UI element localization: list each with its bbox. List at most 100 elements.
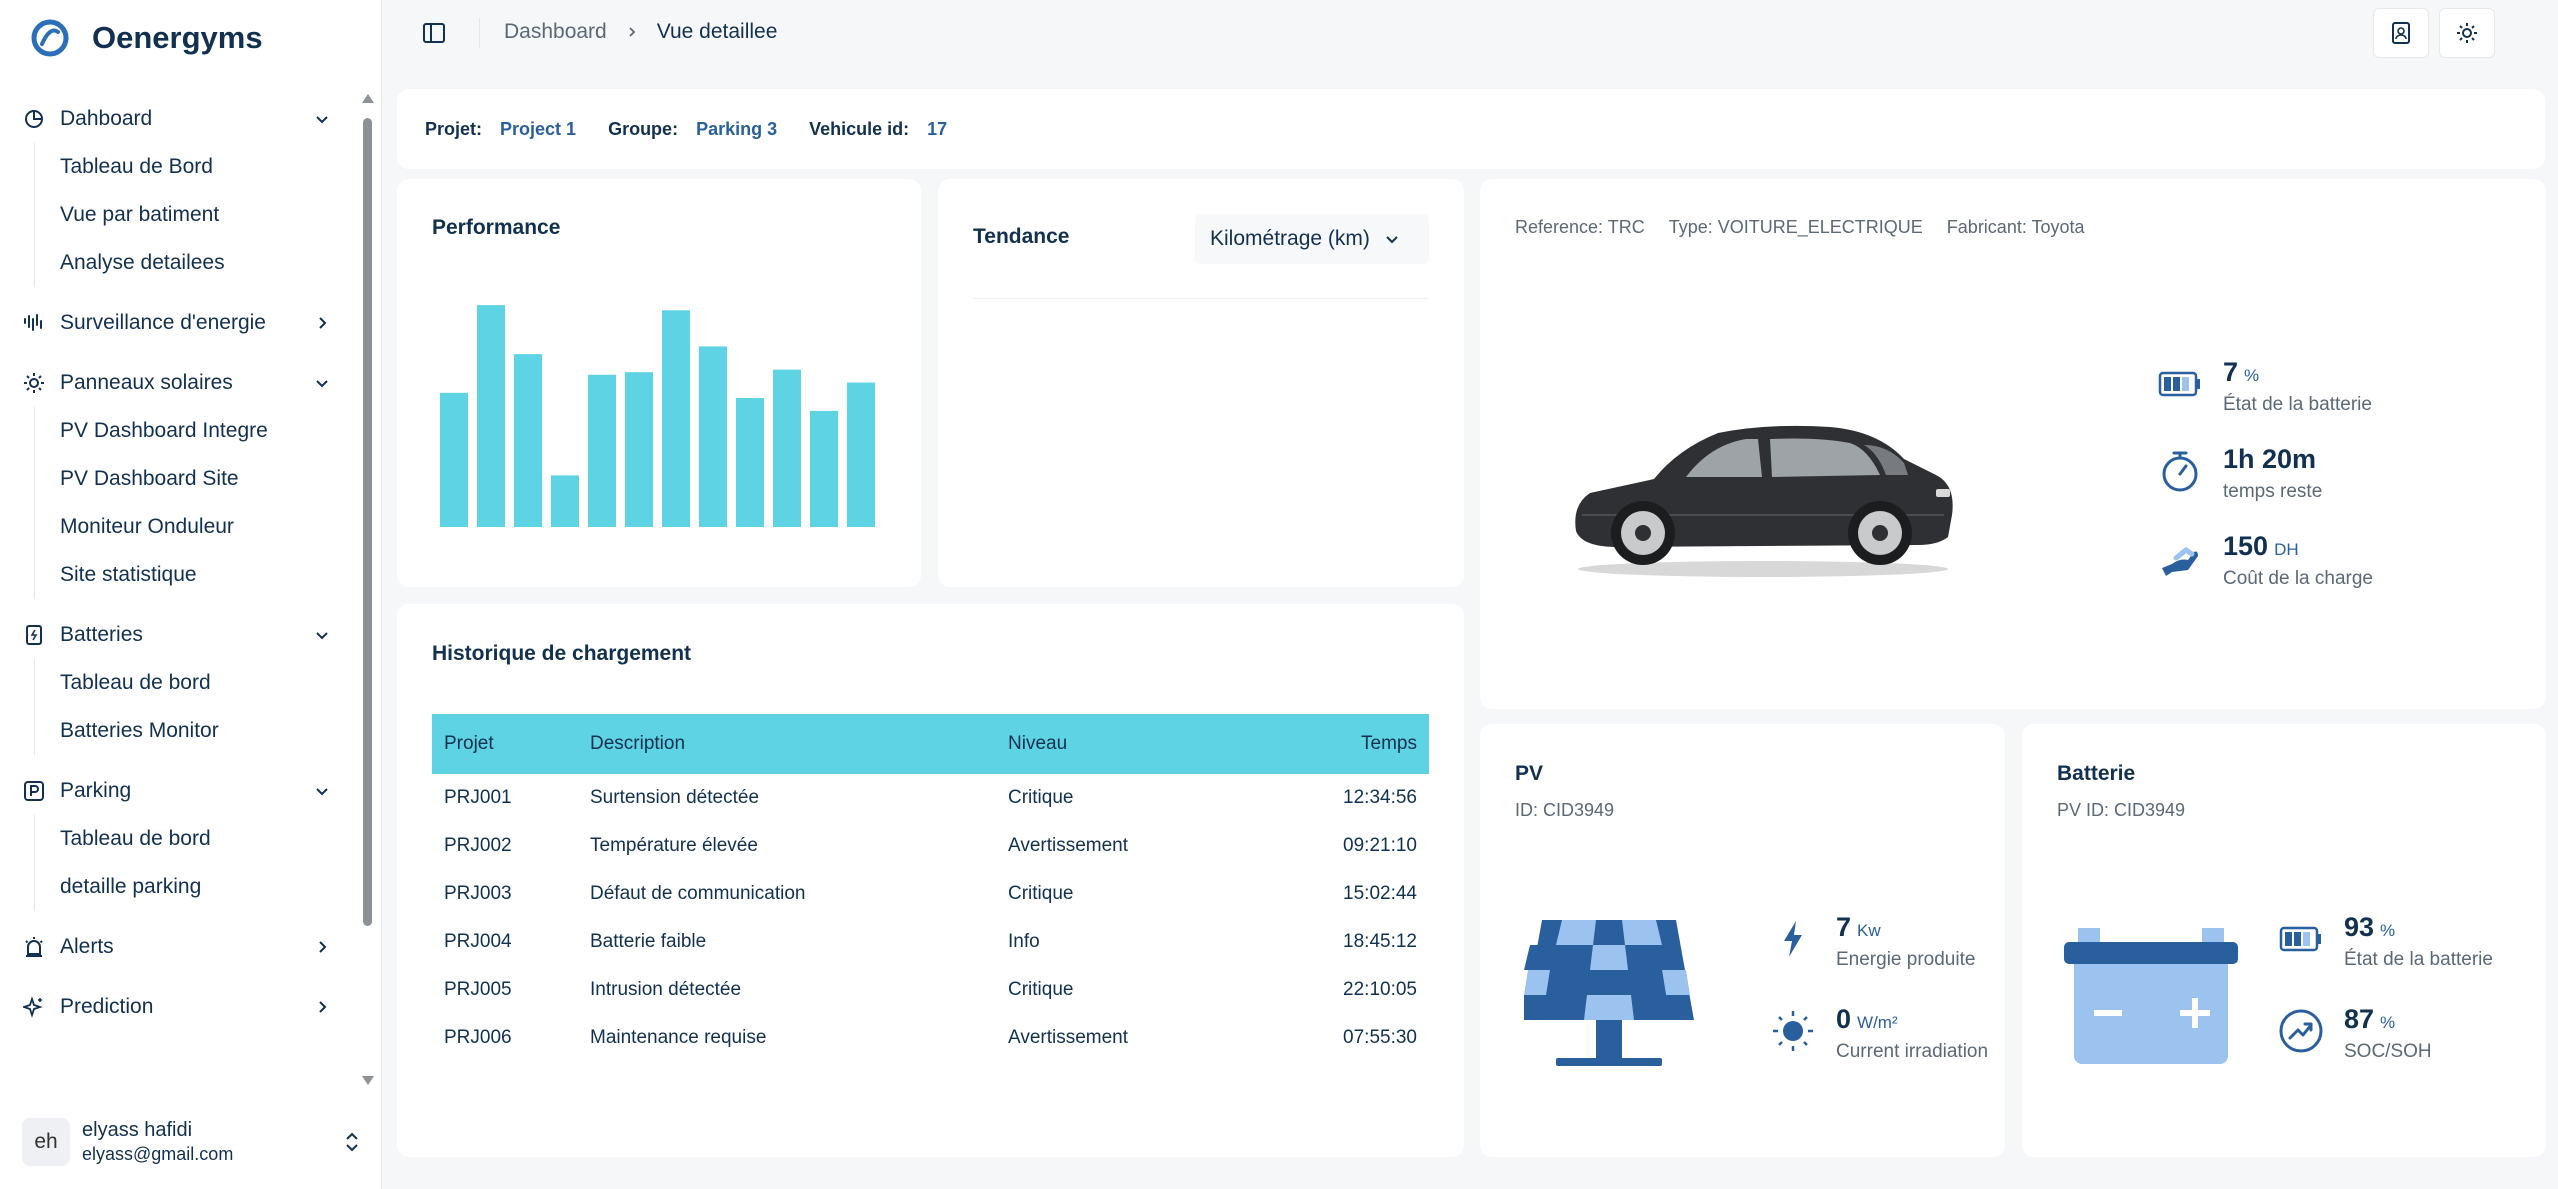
table-row[interactable]: PRJ006 Maintenance requise Avertissement… <box>432 1014 1429 1062</box>
sidebar-subitem-parking-tableau-de-bord[interactable]: Tableau de bord <box>35 815 360 863</box>
column-header[interactable]: Description <box>590 733 1008 755</box>
sidebar-subitem-batteries-monitor[interactable]: Batteries Monitor <box>35 707 360 755</box>
stat-text: 0 W/m² Current irradiation <box>1836 1004 1988 1063</box>
sidebar-scrollbar[interactable] <box>363 118 372 926</box>
table-cell: Batterie faible <box>590 931 707 952</box>
car-image <box>1575 425 1953 577</box>
stat-text: 87% SOC/SOH <box>2344 1004 2432 1063</box>
table-cell: PRJ002 <box>444 835 512 856</box>
chevron-right-icon <box>319 1001 327 1013</box>
historique-table: Projet Description Niveau Temps PRJ001 S… <box>432 714 1429 1062</box>
sidebar-subitem-batteries-tableau-de-bord[interactable]: Tableau de bord <box>35 659 360 707</box>
performance-bar[interactable] <box>810 410 838 527</box>
projet-value: Project 1 <box>500 118 577 139</box>
batterie-stat-etat: 93% État de la batterie <box>2278 912 2493 971</box>
sidebar-subitem-site-statistique[interactable]: Site statistique <box>35 551 360 599</box>
chevron-down-icon <box>316 788 328 796</box>
tendance-select-value: Kilométrage (km) <box>1210 227 1370 250</box>
breadcrumb: Dashboard Vue detaillee <box>504 20 777 44</box>
table-row[interactable]: PRJ001 Surtension détectée Critique 12:3… <box>432 774 1429 822</box>
nav-sub-batteries: Tableau de bord Batteries Monitor <box>34 659 360 755</box>
performance-bar[interactable] <box>625 372 653 527</box>
groupe-label: Groupe: <box>608 118 679 139</box>
table-cell: Critique <box>1008 787 1074 808</box>
stat-label: État de la batterie <box>2223 394 2372 415</box>
performance-bar[interactable] <box>773 369 801 527</box>
table-row[interactable]: PRJ004 Batterie faible Info 18:45:12 <box>432 918 1429 966</box>
table-cell: 12:34:56 <box>1343 787 1417 808</box>
batterie-card: Batterie PV ID: CID3949 93% État de la b… <box>2022 724 2546 1157</box>
brand[interactable]: Oenergyms <box>30 18 263 58</box>
sidebar-item-batteries[interactable]: Batteries <box>0 611 360 659</box>
sidebar-item-prediction[interactable]: Prediction <box>0 983 360 1031</box>
pie-chart-icon <box>22 107 46 131</box>
sidebar-item-panneaux-solaires[interactable]: Panneaux solaires <box>0 359 360 407</box>
tendance-card: Tendance Kilométrage (km) <box>938 179 1464 587</box>
stat-text: 7% État de la batterie <box>2223 357 2372 416</box>
sidebar-subitem-moniteur-onduleur[interactable]: Moniteur Onduleur <box>35 503 360 551</box>
sidebar-item-parking[interactable]: Parking <box>0 767 360 815</box>
vehicle-stat-battery: 7% État de la batterie <box>2157 357 2372 416</box>
performance-bar[interactable] <box>440 392 468 527</box>
performance-bar[interactable] <box>551 475 579 527</box>
performance-bar[interactable] <box>736 398 764 527</box>
performance-bar[interactable] <box>847 382 875 527</box>
sidebar-item-label: Dahboard <box>60 107 153 130</box>
stat-value: 0 <box>1836 1004 1852 1034</box>
performance-bar[interactable] <box>477 305 505 527</box>
batterie-id: PV ID: CID3949 <box>2057 800 2186 820</box>
sidebar-subitem-tableau-de-bord[interactable]: Tableau de Bord <box>35 143 360 191</box>
sidebar-subitem-pv-dashboard-site[interactable]: PV Dashboard Site <box>35 455 360 503</box>
column-header[interactable]: Niveau <box>1008 733 1308 755</box>
column-header[interactable]: Temps <box>1308 733 1429 755</box>
battery-icon <box>22 623 46 647</box>
pv-title: PV <box>1515 762 1544 785</box>
batterie-stat-soc: 87% SOC/SOH <box>2278 1004 2432 1063</box>
sidebar-item-surveillance[interactable]: Surveillance d'energie <box>0 299 360 347</box>
historique-title: Historique de chargement <box>432 642 692 665</box>
siren-icon <box>22 935 46 959</box>
scroll-up-arrow[interactable] <box>362 94 374 103</box>
historique-card: Historique de chargement Projet Descript… <box>397 604 1464 1157</box>
sidebar-subitem-pv-dashboard-integre[interactable]: PV Dashboard Integre <box>35 407 360 455</box>
header-divider <box>479 18 480 48</box>
contact-book-icon <box>2392 22 2410 44</box>
chevron-right-icon <box>319 941 327 953</box>
column-header[interactable]: Projet <box>432 733 590 755</box>
performance-bar[interactable] <box>662 310 690 527</box>
table-row[interactable]: PRJ003 Défaut de communication Critique … <box>432 870 1429 918</box>
nav-group-prediction: Prediction <box>0 983 360 1031</box>
chevron-down-icon <box>1386 236 1398 244</box>
sidebar: Oenergyms Dahboard Tableau de Bord Vue p… <box>0 0 382 1189</box>
theme-toggle-button[interactable] <box>2439 8 2495 58</box>
contact-book-button[interactable] <box>2373 8 2429 58</box>
groupe-value: Parking 3 <box>696 118 778 139</box>
sidebar-subitem-analyse-detailees[interactable]: Analyse detailees <box>35 239 360 287</box>
sidebar-subitem-detaille-parking[interactable]: detaille parking <box>35 863 360 911</box>
scroll-down-arrow[interactable] <box>362 1076 374 1085</box>
table-row[interactable]: PRJ002 Température élevée Avertissement … <box>432 822 1429 870</box>
tendance-select[interactable]: Kilométrage (km) <box>1195 214 1429 264</box>
performance-title: Performance <box>432 216 561 239</box>
table-cell: 22:10:05 <box>1343 979 1417 1000</box>
stat-label: SOC/SOH <box>2344 1041 2432 1062</box>
performance-chart <box>440 305 875 527</box>
performance-bar[interactable] <box>588 374 616 527</box>
user-name: elyass hafidi <box>82 1119 193 1141</box>
breadcrumb-dashboard[interactable]: Dashboard <box>504 20 607 44</box>
project-info-bar: Projet: Project 1 Groupe: Parking 3 Vehi… <box>397 89 2545 169</box>
sidebar-item-dashboard[interactable]: Dahboard <box>0 95 360 143</box>
projet-label: Projet: <box>425 118 483 139</box>
sidebar-subitem-vue-par-batiment[interactable]: Vue par batiment <box>35 191 360 239</box>
battery-illustration-icon <box>2064 928 2238 1064</box>
table-row[interactable]: PRJ005 Intrusion détectée Critique 22:10… <box>432 966 1429 1014</box>
batterie-title: Batterie <box>2057 762 2136 785</box>
sidebar-toggle-icon[interactable] <box>421 20 447 46</box>
user-menu[interactable]: eh elyass hafidi elyass@gmail.com <box>22 1114 362 1170</box>
performance-bar[interactable] <box>514 354 542 527</box>
sidebar-item-alerts[interactable]: Alerts <box>0 923 360 971</box>
nav-group-batteries: Batteries Tableau de bord Batteries Moni… <box>0 611 360 755</box>
performance-bar[interactable] <box>699 346 727 527</box>
nav-group-panneaux: Panneaux solaires PV Dashboard Integre P… <box>0 359 360 599</box>
vehicule-label: Vehicule id: <box>809 118 910 139</box>
